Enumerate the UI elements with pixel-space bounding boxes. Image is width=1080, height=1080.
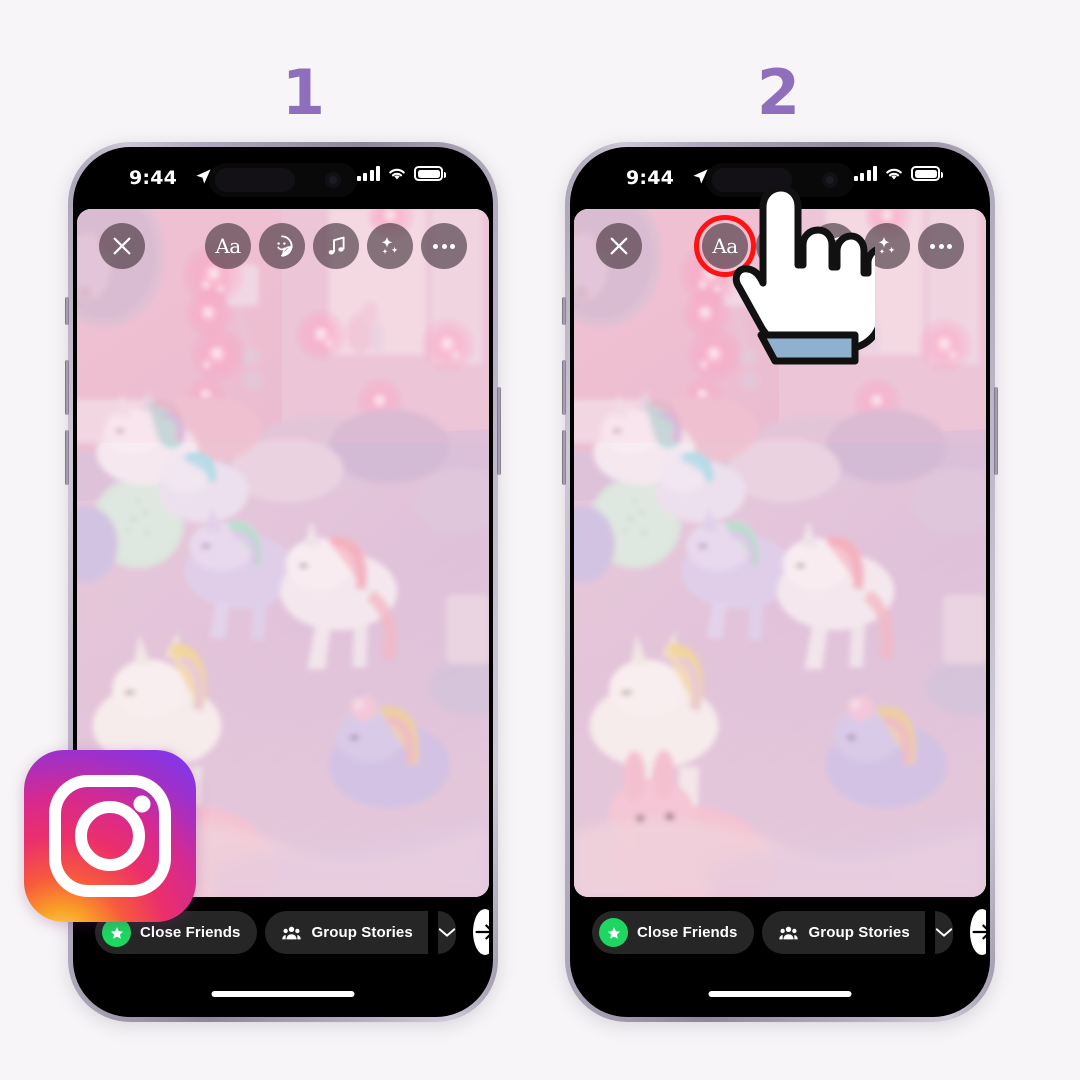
effects-tool-button[interactable] — [367, 223, 413, 269]
star-icon — [607, 926, 620, 939]
close-friends-button[interactable]: Close Friends — [592, 911, 754, 954]
story-share-bar: Close Friends Group Stories — [574, 897, 986, 1013]
music-note-icon — [328, 236, 345, 255]
chevron-down-icon — [935, 928, 953, 937]
more-dots-icon — [930, 243, 952, 249]
home-indicator — [708, 991, 852, 997]
story-tool-group: Aa — [205, 223, 467, 269]
home-indicator — [211, 991, 355, 997]
sticker-icon — [277, 235, 294, 258]
group-stories-label: Group Stories — [311, 924, 413, 941]
status-bar-time: 9:44 — [626, 167, 675, 189]
close-button[interactable] — [596, 223, 642, 269]
text-tool-label: Aa — [215, 234, 241, 258]
phone-bezel: 9:44 Aa Close Friends Group Stories — [570, 147, 990, 1017]
phone-mockup-step-2: 9:44 Aa Close Friends Group Stories — [562, 142, 998, 1022]
sparkles-icon — [381, 236, 398, 255]
group-stories-button[interactable]: Group Stories — [264, 911, 428, 954]
group-people-icon — [778, 926, 798, 939]
wifi-icon — [389, 168, 405, 180]
close-friends-label: Close Friends — [637, 924, 738, 941]
volume-down-button[interactable] — [65, 430, 69, 485]
story-toolbar: Aa — [77, 223, 489, 275]
arrow-right-icon — [972, 924, 986, 940]
instagram-glyph — [49, 775, 171, 897]
sparkles-icon — [878, 236, 895, 255]
close-button[interactable] — [99, 223, 145, 269]
action-button[interactable] — [562, 297, 566, 325]
status-bar-time: 9:44 — [129, 167, 178, 189]
status-bar: 9:44 — [77, 151, 489, 209]
chevron-down-icon — [438, 928, 456, 937]
island-pill — [215, 168, 295, 192]
signal-bars-icon — [853, 166, 877, 181]
step-number-2: 2 — [756, 56, 800, 129]
group-people-icon — [281, 926, 301, 939]
group-stories-expand-button[interactable] — [437, 911, 456, 954]
more-dots-icon — [433, 243, 455, 249]
instagram-logo-icon — [24, 750, 196, 922]
phone-screen: 9:44 Aa Close Friends Group Stories — [574, 151, 986, 1013]
group-stories-expand-button[interactable] — [934, 911, 953, 954]
text-tool-button[interactable]: Aa — [205, 223, 251, 269]
action-button[interactable] — [65, 297, 69, 325]
volume-down-button[interactable] — [562, 430, 566, 485]
status-bar-indicators — [356, 166, 446, 181]
power-button[interactable] — [497, 387, 501, 475]
battery-full-icon — [414, 166, 446, 181]
close-friends-badge — [102, 918, 131, 947]
wifi-icon — [886, 168, 902, 180]
close-friends-badge — [599, 918, 628, 947]
send-story-button[interactable] — [472, 909, 489, 955]
battery-full-icon — [911, 166, 943, 181]
arrow-right-icon — [475, 924, 489, 940]
power-button[interactable] — [994, 387, 998, 475]
more-tool-button[interactable] — [918, 223, 964, 269]
step-number-1: 1 — [281, 56, 325, 129]
pointing-hand-cursor — [732, 184, 875, 365]
music-tool-button[interactable] — [313, 223, 359, 269]
volume-up-button[interactable] — [65, 360, 69, 415]
star-icon — [110, 926, 123, 939]
more-tool-button[interactable] — [421, 223, 467, 269]
front-camera — [325, 172, 341, 188]
dynamic-island — [209, 163, 357, 197]
volume-up-button[interactable] — [562, 360, 566, 415]
group-stories-label: Group Stories — [808, 924, 910, 941]
close-icon — [113, 237, 131, 255]
group-stories-button[interactable]: Group Stories — [761, 911, 925, 954]
close-icon — [610, 237, 628, 255]
signal-bars-icon — [356, 166, 380, 181]
status-bar-indicators — [853, 166, 943, 181]
send-story-button[interactable] — [969, 909, 986, 955]
close-friends-label: Close Friends — [140, 924, 241, 941]
sticker-tool-button[interactable] — [259, 223, 305, 269]
